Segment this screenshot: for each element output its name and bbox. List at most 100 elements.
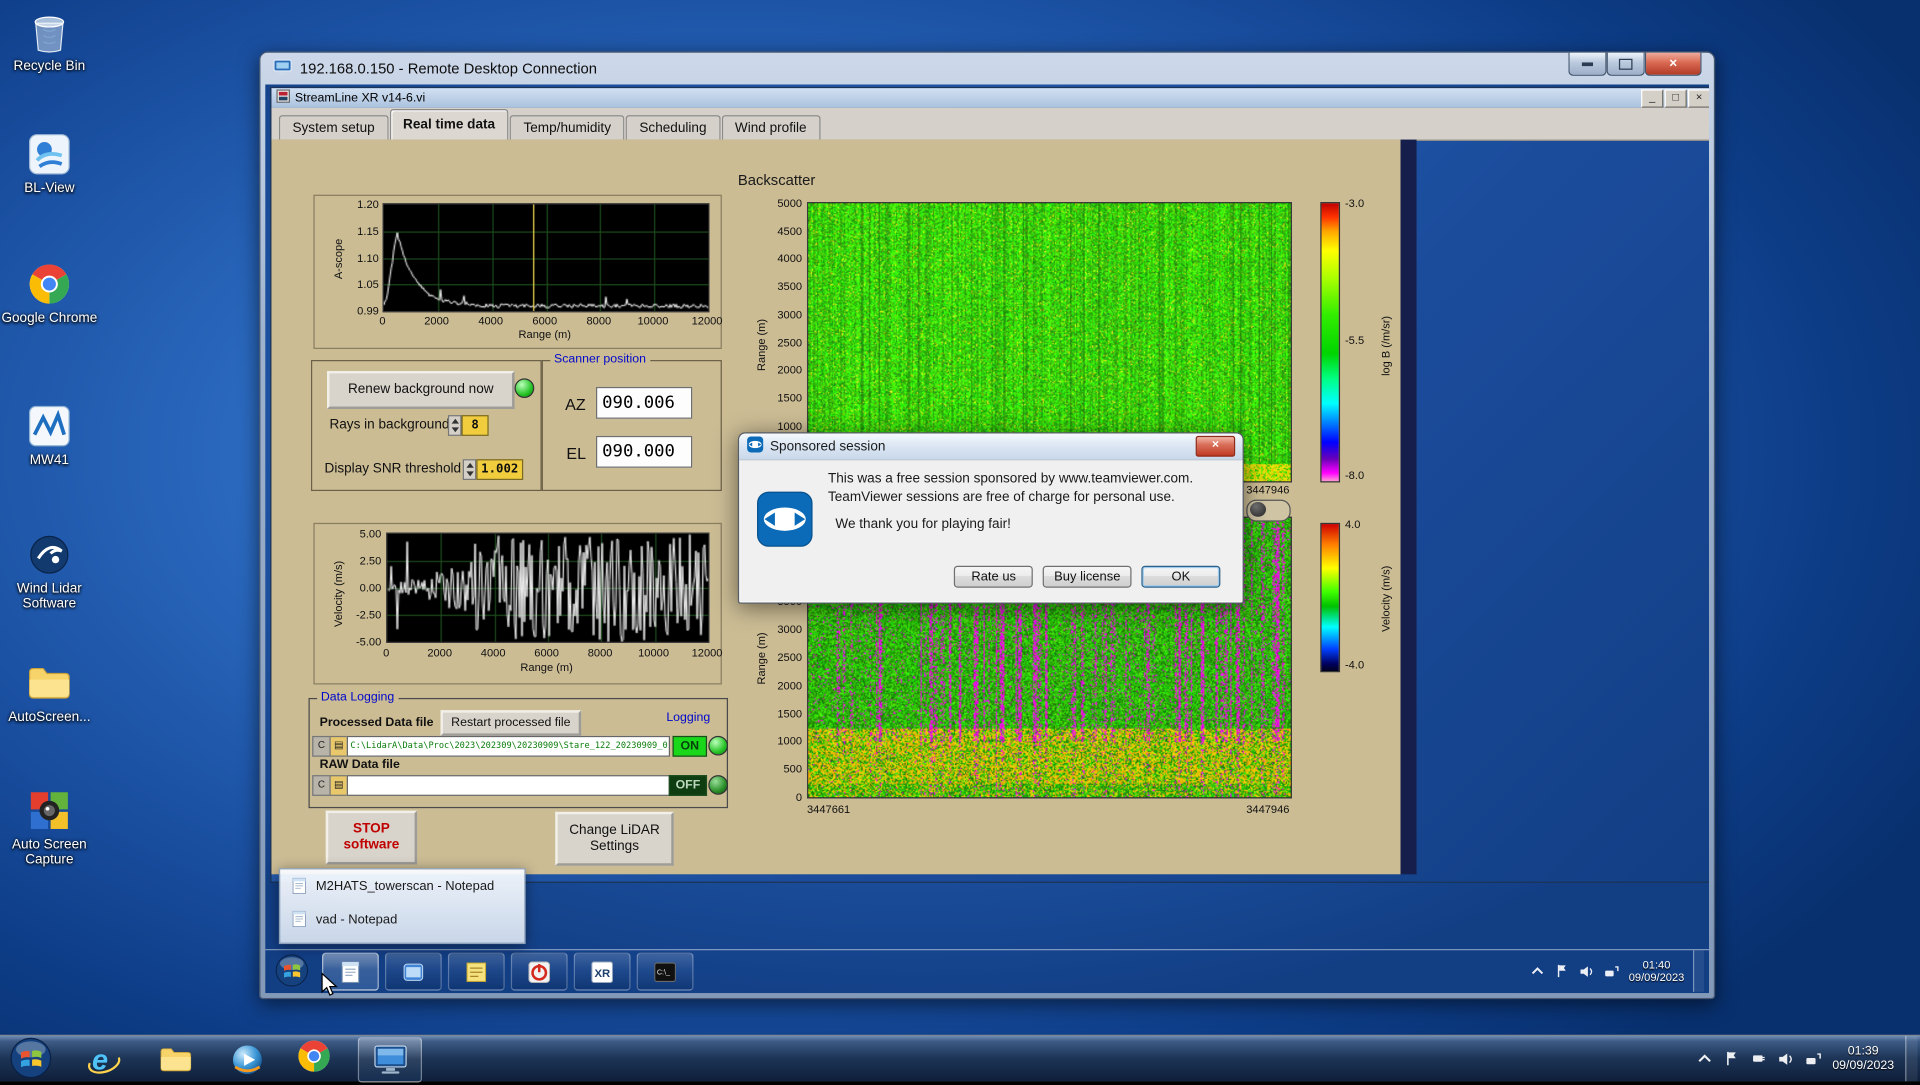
desktop-icon-auto-screen-capture[interactable]: Auto Screen Capture [0,786,99,867]
app-titlebar[interactable]: StreamLine XR v14-6.vi [271,88,1709,109]
desktop-icon-autoscreen[interactable]: AutoScreen... [0,659,99,725]
processed-data-file-path[interactable]: C:\LidarA\Data\Proc\2023\202309\20230909… [347,736,670,757]
remote-clock[interactable]: 01:40 09/09/2023 [1629,959,1685,983]
backscatter-colorbar [1320,202,1340,482]
buy-license-button[interactable]: Buy license [1043,566,1131,588]
network-icon[interactable] [1805,1051,1821,1066]
path-type-icon-raw[interactable]: C [312,775,331,796]
processed-logging-state: ON [672,736,707,757]
chevron-up-icon[interactable] [1697,1051,1713,1066]
axis-tick: 3500 [768,281,803,293]
desktop-icon-area: Recycle Bin BL-View Google Chrome MW41 Wind … [0,0,114,955]
rdp-maximize-button[interactable] [1607,53,1645,76]
remote-show-desktop-button[interactable] [1693,950,1704,992]
axis-tick: 0 [364,647,408,659]
ok-button[interactable]: OK [1141,566,1220,588]
volume-icon[interactable] [1579,964,1595,979]
jumplist-item-vad-notepad[interactable]: vad - Notepad [280,902,524,935]
change-lidar-settings-button[interactable]: Change LiDAR Settings [555,812,673,866]
remote-taskbar-console-icon[interactable]: C:\_ [637,953,694,991]
axis-tick: 5.00 [325,528,382,540]
remote-taskbar-explorer-icon[interactable] [385,953,442,991]
app-restore-button[interactable]: □ [1665,89,1687,107]
hardware-icon[interactable] [1751,1051,1767,1066]
desktop-icon-wind-lidar-software[interactable]: Wind Lidar Software [0,530,99,611]
taskbar-explorer-folder-icon[interactable] [143,1037,207,1082]
remote-taskbar-power-icon[interactable] [511,953,568,991]
stop-software-button[interactable]: STOP software [326,811,417,865]
remote-system-tray: 01:40 09/09/2023 [1530,950,1704,992]
browse-folder-icon-raw[interactable]: ▤ [329,775,348,796]
el-field[interactable]: 090.000 [596,436,692,468]
jumplist-item-m2hats-towerscan-notepad[interactable]: M2HATS_towerscan - Notepad [280,869,524,902]
axis-tick: 12000 [685,647,729,659]
rate-us-button[interactable]: Rate us [954,566,1033,588]
scanner-position-group: Scanner position AZ 090.006 EL 090.000 [542,360,722,491]
taskbar-ie-icon[interactable]: e [72,1037,136,1082]
app-close-button[interactable]: × [1688,89,1709,107]
rdp-titlebar[interactable]: 192.168.0.150 - Remote Desktop Connectio… [260,53,1714,85]
host-taskbar: e 01:39 09/09/2023 [0,1035,1920,1082]
velocity-plot[interactable] [386,533,709,643]
display-mode-toggle[interactable] [1246,500,1290,522]
network-icon[interactable] [1604,964,1620,979]
remote-taskbar-notes-icon[interactable] [448,953,505,991]
az-field[interactable]: 090.006 [596,387,692,419]
axis-tick: 4000 [768,253,803,265]
show-desktop-button[interactable] [1905,1036,1917,1081]
snr-spinner[interactable] [463,459,477,480]
auto-screen-capture-icon [0,786,99,835]
raw-logging-toggle[interactable] [708,775,728,795]
dialog-close-button[interactable]: × [1196,436,1235,457]
chevron-up-icon[interactable] [1530,964,1546,979]
raw-data-file-path[interactable] [347,775,670,796]
rdp-close-button[interactable]: × [1645,53,1702,76]
tab-wind-profile[interactable]: Wind profile [721,115,820,139]
velocity-time-end-label: 3447946 [1141,803,1289,815]
restart-processed-file-button[interactable]: Restart processed file [441,710,582,736]
axis-tick: 3000 [768,623,803,635]
action-center-flag-icon[interactable] [1555,964,1571,979]
ascope-plot[interactable] [383,203,710,312]
taskbar-chrome-icon[interactable] [286,1037,350,1082]
tab-system-setup[interactable]: System setup [279,115,388,139]
browse-folder-icon[interactable]: ▤ [329,736,348,757]
desktop-icon-google-chrome[interactable]: Google Chrome [0,260,99,326]
taskbar-media-player-icon[interactable] [215,1037,279,1082]
teamviewer-logo [756,491,813,547]
dialog-titlebar[interactable]: Sponsored session × [739,433,1242,460]
tab-temp-humidity[interactable]: Temp/humidity [510,115,625,139]
remote-taskbar-xr-app-icon[interactable]: XR [574,953,631,991]
tab-scheduling[interactable]: Scheduling [626,115,720,139]
tab-strip: System setup Real time data Temp/humidity S… [271,108,1709,141]
app-minimize-button[interactable]: _ [1641,89,1663,107]
path-type-icon[interactable]: C [312,736,331,757]
action-center-flag-icon[interactable] [1724,1051,1740,1066]
desktop-icon-bl-view[interactable]: BL-View [0,130,99,196]
remote-desktop: StreamLine XR v14-6.vi _ □ × System setu… [265,84,1709,993]
remote-start-button[interactable] [275,954,308,987]
axis-tick: 1500 [768,392,803,404]
processed-logging-toggle[interactable] [708,736,728,756]
rdp-caption-buttons: × [1568,53,1701,76]
start-button[interactable] [10,1037,52,1079]
display-snr-threshold-field[interactable]: 1.002 [476,459,523,480]
rdp-minimize-button[interactable] [1568,53,1606,76]
rays-in-background-field[interactable]: 8 [461,415,488,436]
tab-real-time-data[interactable]: Real time data [389,109,508,140]
rays-spinner[interactable] [448,415,462,436]
app-caption-buttons: _ □ × [1641,89,1709,107]
taskbar-rdp-icon[interactable] [358,1037,422,1082]
axis-tick: 4.0 [1345,518,1387,530]
renew-background-button[interactable]: Renew background now [327,371,515,409]
axis-tick: 6000 [523,315,567,327]
rdp-computer-icon [273,58,293,79]
axis-tick: 500 [768,763,803,775]
jumplist-item-label: M2HATS_towerscan - Notepad [316,879,494,894]
volume-icon[interactable] [1778,1051,1794,1066]
rdp-window: 192.168.0.150 - Remote Desktop Connectio… [259,51,1715,999]
host-clock[interactable]: 01:39 09/09/2023 [1832,1044,1894,1073]
desktop-icon-recycle-bin[interactable]: Recycle Bin [0,7,99,73]
desktop-icon-label: AutoScreen... [0,710,99,725]
desktop-icon-mw41[interactable]: MW41 [0,402,99,468]
